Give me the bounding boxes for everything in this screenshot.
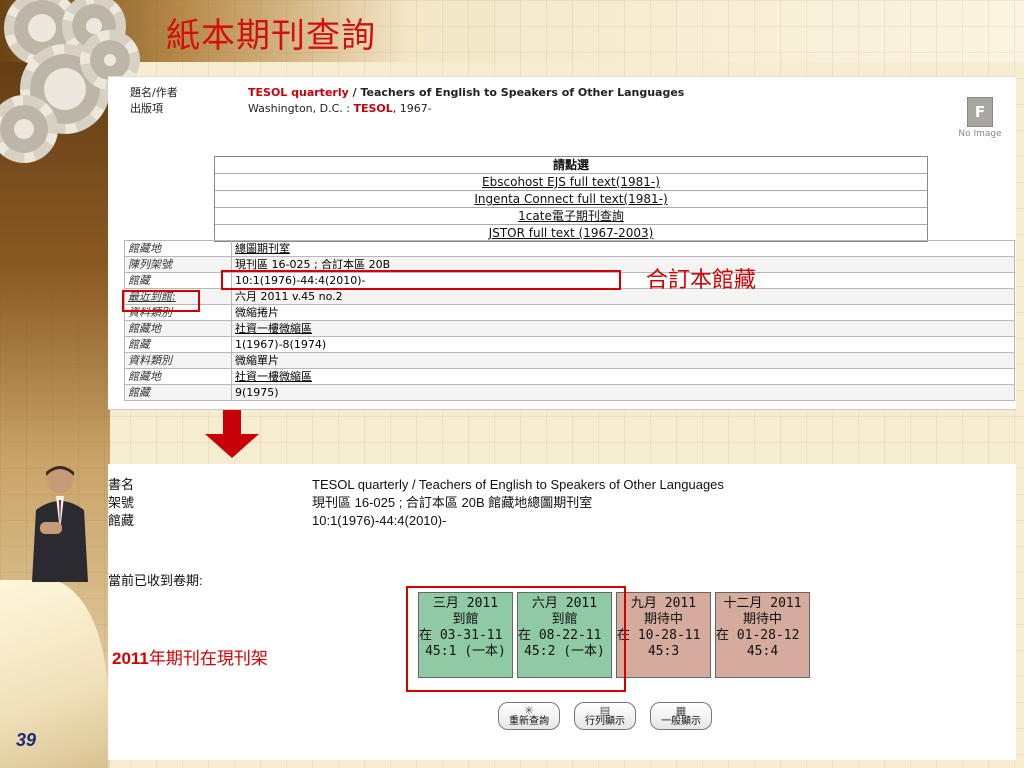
holding-value: 六月 2011 v.45 no.2 <box>231 288 1015 305</box>
table-row: 資料類別 微縮捲片 <box>124 304 1015 321</box>
title-rest: Teachers of English to Speakers of Other… <box>360 86 685 99</box>
table-row: 館藏地 社資一樓微縮區 <box>124 368 1015 385</box>
table-icon: ▦ <box>675 704 687 717</box>
title-main[interactable]: TESOL quarterly <box>248 86 349 99</box>
issue-cell-expected: 十二月 2011 期待中 在 01-28-12 45:4 <box>715 592 810 678</box>
holding-key: 館藏 <box>124 384 232 401</box>
brief-holding-value: 10:1(1976)-44:4(2010)- <box>312 513 447 528</box>
holding-value: 1(1967)-8(1974) <box>231 336 1015 353</box>
link-ingenta[interactable]: Ingenta Connect full text(1981-) <box>215 191 927 208</box>
highlight-box-current-shelf <box>406 586 626 692</box>
holding-value: 9(1975) <box>231 384 1015 401</box>
brief-title-value: TESOL quarterly / Teachers of English to… <box>312 477 724 492</box>
link-jstor[interactable]: JSTOR full text (1967-2003) <box>215 225 927 241</box>
research-button[interactable]: ✳ 重新查詢 <box>498 702 560 730</box>
action-buttons: ✳ 重新查詢 ▤ 行列顯示 ▦ 一般顯示 <box>498 702 712 730</box>
book-cover-icon: F <box>967 97 993 127</box>
callout-bound-volumes: 合訂本館藏 <box>646 268 757 293</box>
holding-key: 陳列架號 <box>124 256 232 273</box>
callout-current-shelf: 2011年期刊在現刊架 <box>112 649 268 668</box>
title-author-value: TESOL quarterly / Teachers of English to… <box>248 86 685 99</box>
publication-label: 出版項 <box>130 102 163 115</box>
publisher-link[interactable]: TESOL <box>353 102 392 115</box>
received-issues-label: 當前已收到卷期: <box>108 573 203 588</box>
table-row: 館藏 1(1967)-8(1974) <box>124 336 1015 353</box>
brief-info: 書名 TESOL quarterly / Teachers of English… <box>108 476 724 530</box>
issue-cell-expected: 九月 2011 期待中 在 10-28-11 45:3 <box>616 592 711 678</box>
businessman-illustration <box>32 466 88 582</box>
holding-key: 資料類別 <box>124 352 232 369</box>
holding-key: 館藏地 <box>124 368 232 385</box>
down-arrow-icon <box>205 410 259 458</box>
link-1cate[interactable]: 1cate電子期刊查詢 <box>215 208 927 225</box>
normal-view-button[interactable]: ▦ 一般顯示 <box>650 702 712 730</box>
brief-call-value: 現刊區 16-025 ; 合訂本區 20B 館藏地總圖期刊室 <box>312 495 593 510</box>
holding-key: 館藏地 <box>124 320 232 337</box>
holding-value: 微縮捲片 <box>231 304 1015 321</box>
fulltext-links: 請點選 Ebscohost EJS full text(1981-) Ingen… <box>214 156 928 242</box>
no-image-placeholder: F No Image <box>952 97 1008 139</box>
holding-value-link[interactable]: 總圖期刊室 <box>231 240 1015 257</box>
brief-holding-label: 館藏 <box>108 513 135 528</box>
table-row: 最近到館: 六月 2011 v.45 no.2 <box>124 288 1015 305</box>
table-row: 館藏地 社資一樓微縮區 <box>124 320 1015 337</box>
holding-key: 館藏 <box>124 272 232 289</box>
holding-key: 館藏地 <box>124 240 232 257</box>
table-row: 館藏地 總圖期刊室 <box>124 240 1015 257</box>
page-number: 39 <box>16 730 37 750</box>
list-view-button[interactable]: ▤ 行列顯示 <box>574 702 636 730</box>
table-row: 館藏 9(1975) <box>124 384 1015 401</box>
record-detail-panel: 題名/作者 TESOL quarterly / Teachers of Engl… <box>108 76 1016 410</box>
holding-value-link[interactable]: 社資一樓微縮區 <box>231 368 1015 385</box>
highlight-box-bound-holdings <box>221 270 621 290</box>
holding-key: 館藏 <box>124 336 232 353</box>
no-image-label: No Image <box>958 129 1002 139</box>
link-ebscohost[interactable]: Ebscohost EJS full text(1981-) <box>215 174 927 191</box>
holdings-table: 館藏地 總圖期刊室 陳列架號 現刊區 16-025 ; 合訂本區 20B 館藏 … <box>124 240 1015 401</box>
highlight-box-latest-arrival <box>122 290 200 312</box>
slide-title: 紙本期刊查詢 <box>166 16 376 56</box>
brief-title-label: 書名 <box>108 477 135 492</box>
holding-value-link[interactable]: 社資一樓微縮區 <box>231 320 1015 337</box>
bibliographic-info: 題名/作者 TESOL quarterly / Teachers of Engl… <box>130 85 684 117</box>
holding-value: 微縮單片 <box>231 352 1015 369</box>
table-row: 資料類別 微縮單片 <box>124 352 1015 369</box>
title-author-label: 題名/作者 <box>130 86 178 99</box>
publication-value: Washington, D.C. : TESOL, 1967- <box>248 102 432 115</box>
asterisk-icon: ✳ <box>524 704 534 717</box>
links-header: 請點選 <box>215 157 927 174</box>
brief-call-label: 架號 <box>108 495 135 510</box>
list-icon: ▤ <box>599 704 611 717</box>
